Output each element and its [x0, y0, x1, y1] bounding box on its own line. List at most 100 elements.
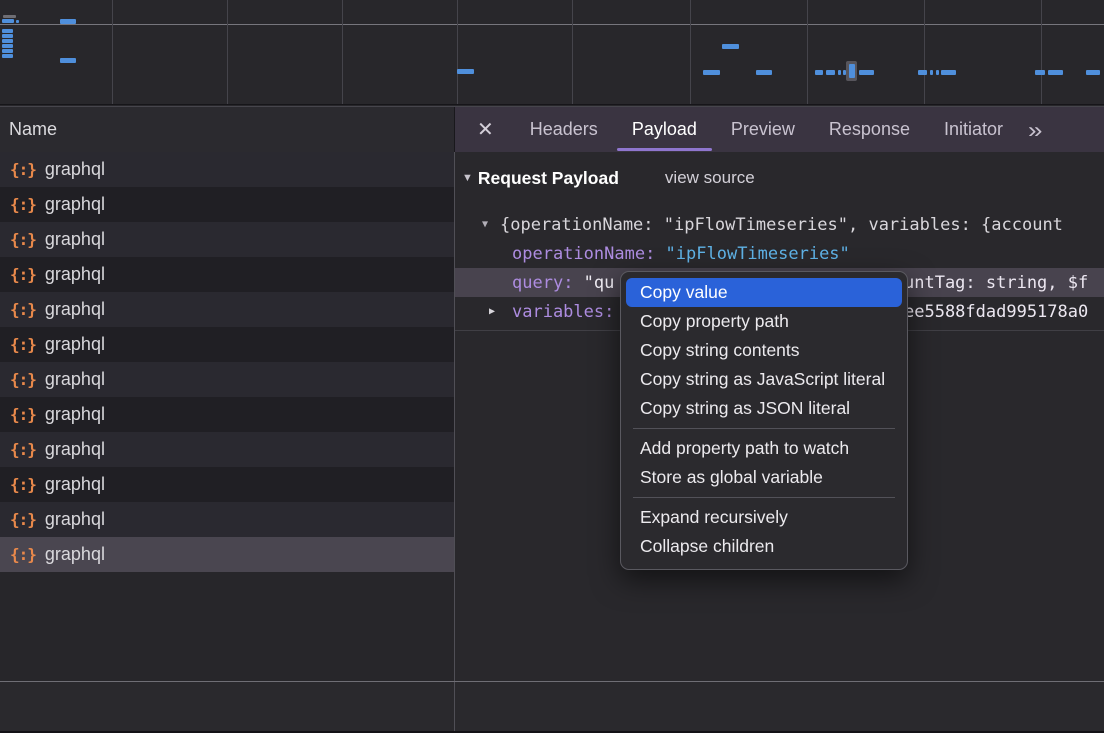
waterfall-request-bar[interactable] [2, 44, 13, 48]
request-row-graphql[interactable]: {:} graphql [0, 187, 454, 222]
waterfall-request-bar[interactable] [815, 70, 823, 75]
menu-item-copy-string-as-javascript-literal[interactable]: Copy string as JavaScript literal [626, 365, 902, 394]
request-name-label: graphql [45, 404, 105, 425]
menu-item-add-property-path-to-watch[interactable]: Add property path to watch [626, 434, 902, 463]
request-row-graphql[interactable]: {:}graphql [0, 222, 454, 257]
waterfall-request-bar[interactable] [2, 49, 13, 53]
menu-item-copy-value[interactable]: Copy value [626, 278, 902, 307]
fetch-json-icon: {:} [10, 335, 36, 354]
request-row-graphql[interactable]: {:}graphql [0, 502, 454, 537]
json-preview-text: {operationName: "ipFlowTimeseries", vari… [500, 215, 1063, 235]
row-collapsed-icon[interactable]: ▶ [489, 306, 495, 317]
request-row-graphql[interactable]: {:}graphql [0, 327, 454, 362]
devtools-network-panel: Name ✕ HeadersPayloadPreviewResponseInit… [0, 0, 1104, 733]
waterfall-request-bar[interactable] [457, 69, 474, 74]
overview-gridline [457, 0, 458, 104]
request-name-label: graphql [45, 299, 105, 320]
fetch-json-icon: {:} [10, 405, 36, 424]
request-row-graphql[interactable]: {:} graphql [0, 362, 454, 397]
fetch-json-icon: {:} [10, 300, 36, 319]
json-value-suffix: untTag: string, $f [904, 273, 1088, 293]
waterfall-request-bar[interactable] [859, 70, 874, 75]
waterfall-request-bar[interactable] [941, 70, 956, 75]
json-value-suffix: ee5588fdad995178a0 [904, 302, 1088, 322]
waterfall-request-bar[interactable] [60, 58, 76, 63]
panel-footer-strip [0, 681, 1104, 731]
tab-response[interactable]: Response [812, 107, 927, 152]
menu-item-copy-string-as-json-literal[interactable]: Copy string as JSON literal [626, 394, 902, 423]
detail-tab-bar: ✕ HeadersPayloadPreviewResponseInitiator… [455, 107, 1104, 152]
waterfall-request-bar[interactable] [843, 70, 846, 75]
waterfall-request-bar[interactable] [936, 70, 939, 75]
request-row-graphql[interactable]: {:}graphql [0, 257, 454, 292]
request-row-graphql[interactable]: {:}graphql [0, 467, 454, 502]
overview-gridline [924, 0, 925, 104]
fetch-json-icon: {:} [10, 195, 36, 214]
request-table-name-header[interactable]: Name [0, 107, 455, 152]
request-name-label: graphql [45, 474, 105, 495]
waterfall-request-bar[interactable] [60, 19, 76, 24]
waterfall-request-bar[interactable] [826, 70, 835, 75]
waterfall-request-bar[interactable] [2, 29, 13, 33]
section-expanded-icon[interactable]: ▼ [462, 173, 473, 184]
request-name-label: graphql [45, 544, 105, 565]
waterfall-request-bar[interactable] [756, 70, 772, 75]
tab-headers[interactable]: Headers [513, 107, 615, 152]
request-row-graphql[interactable]: {:} graphql [0, 292, 454, 327]
request-payload-section-header[interactable]: ▼ Request Payload view source [462, 164, 1104, 192]
network-overview-timeline[interactable] [0, 0, 1104, 105]
overview-gridline [690, 0, 691, 104]
tabs-container: HeadersPayloadPreviewResponseInitiator [513, 107, 1020, 152]
overview-baseline [0, 24, 1104, 25]
waterfall-request-bar[interactable] [2, 19, 14, 23]
overview-gridline [807, 0, 808, 104]
name-column-label: Name [9, 119, 57, 140]
request-row-graphql[interactable]: {:} graphql [0, 397, 454, 432]
waterfall-request-bar[interactable] [930, 70, 933, 75]
json-preview-row[interactable]: ▼ {operationName: "ipFlowTimeseries", va… [455, 210, 1104, 239]
waterfall-request-bar[interactable] [838, 70, 841, 75]
json-string-value: "ipFlowTimeseries" [666, 244, 850, 264]
waterfall-request-bar[interactable] [1086, 70, 1100, 75]
close-icon[interactable]: ✕ [455, 120, 513, 140]
fetch-json-icon: {:} [10, 370, 36, 389]
waterfall-request-bar[interactable] [2, 54, 13, 58]
request-row-graphql[interactable]: {:}graphql [0, 152, 454, 187]
fetch-json-icon: {:} [10, 545, 36, 564]
waterfall-request-bar[interactable] [2, 39, 13, 43]
fetch-json-icon: {:} [10, 160, 36, 179]
section-title: Request Payload [478, 168, 619, 189]
waterfall-request-bar[interactable] [1035, 70, 1045, 75]
request-row-graphql[interactable]: {:}graphql [0, 432, 454, 467]
overview-gridline [1041, 0, 1042, 104]
more-tabs-icon[interactable]: » [1028, 118, 1042, 140]
request-name-label: graphql [45, 194, 105, 215]
waterfall-request-bar[interactable] [849, 64, 855, 78]
waterfall-request-bar[interactable] [2, 34, 13, 38]
footer-left [0, 682, 455, 731]
menu-item-store-as-global-variable[interactable]: Store as global variable [626, 463, 902, 492]
json-row-operation-name[interactable]: operationName"ipFlowTimeseries" [455, 239, 1104, 268]
tab-payload[interactable]: Payload [615, 107, 714, 152]
waterfall-request-bar[interactable] [703, 70, 720, 75]
waterfall-request-bar[interactable] [1048, 70, 1063, 75]
json-key: operationName [512, 244, 666, 264]
request-row-graphql[interactable]: {:} graphql [0, 537, 454, 572]
tab-initiator[interactable]: Initiator [927, 107, 1020, 152]
menu-item-copy-string-contents[interactable]: Copy string contents [626, 336, 902, 365]
waterfall-request-bar[interactable] [3, 15, 16, 18]
waterfall-request-bar[interactable] [918, 70, 927, 75]
json-value-prefix: "qu [584, 273, 615, 293]
overview-gridline [227, 0, 228, 104]
request-name-label: graphql [45, 264, 105, 285]
menu-item-expand-recursively[interactable]: Expand recursively [626, 503, 902, 532]
menu-item-copy-property-path[interactable]: Copy property path [626, 307, 902, 336]
menu-item-collapse-children[interactable]: Collapse children [626, 532, 902, 561]
request-name-label: graphql [45, 509, 105, 530]
waterfall-request-bar[interactable] [16, 20, 19, 23]
waterfall-request-bar[interactable] [722, 44, 739, 49]
tab-preview[interactable]: Preview [714, 107, 812, 152]
view-source-link[interactable]: view source [665, 168, 755, 188]
row-expanded-icon[interactable]: ▼ [482, 219, 488, 230]
request-name-label: graphql [45, 369, 105, 390]
